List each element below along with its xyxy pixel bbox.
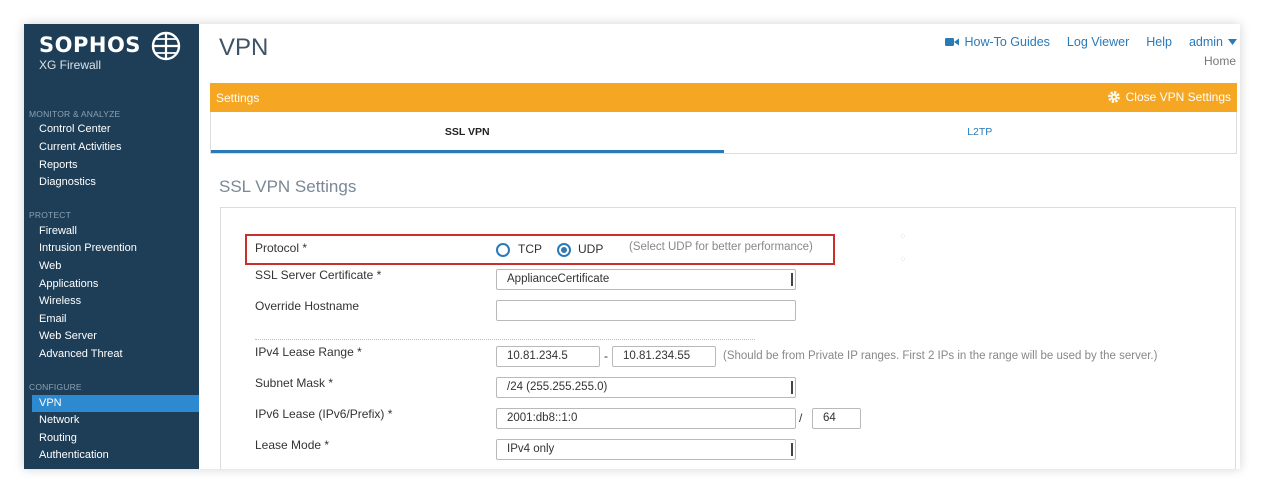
admin-menu[interactable]: admin xyxy=(1189,35,1237,49)
ipv4-lease-range-label: IPv4 Lease Range * xyxy=(255,345,362,359)
sidebar-item-current-activities[interactable]: Current Activities xyxy=(32,139,199,156)
form-divider xyxy=(255,339,755,340)
sidebar-item-reports[interactable]: Reports xyxy=(32,157,199,174)
sidebar-item-web[interactable]: Web xyxy=(32,258,199,275)
decorative-mark: ⁘ xyxy=(899,231,907,241)
tcp-label[interactable]: TCP xyxy=(518,242,542,256)
ipv4-range-end-input[interactable]: 10.81.234.55 xyxy=(612,346,716,367)
settings-label: Settings xyxy=(216,91,260,105)
section-configure: CONFIGURE xyxy=(29,382,82,392)
how-to-guides-label: How-To Guides xyxy=(964,35,1050,49)
range-separator: - xyxy=(604,349,608,363)
tab-l2tp[interactable]: L2TP xyxy=(724,112,1237,153)
breadcrumb[interactable]: Home xyxy=(1204,54,1236,68)
close-vpn-settings-label: Close VPN Settings xyxy=(1125,90,1231,104)
top-navigation: How-To Guides Log Viewer Help admin xyxy=(945,35,1237,49)
settings-bar: Settings Close VPN Settings xyxy=(210,83,1237,112)
how-to-guides-link[interactable]: How-To Guides xyxy=(945,35,1050,49)
subnet-mask-label: Subnet Mask * xyxy=(255,376,334,390)
ipv6-lease-label: IPv6 Lease (IPv6/Prefix) * xyxy=(255,407,393,421)
sidebar-item-intrusion-prevention[interactable]: Intrusion Prevention xyxy=(32,240,199,257)
section-monitor: MONITOR & ANALYZE xyxy=(29,109,121,119)
ipv4-range-hint: (Should be from Private IP ranges. First… xyxy=(723,350,1158,362)
sidebar-item-control-center[interactable]: Control Center xyxy=(32,121,199,138)
section-protect: PROTECT xyxy=(29,210,72,220)
video-camera-icon xyxy=(945,38,960,46)
product-name: XG Firewall xyxy=(39,58,102,72)
sidebar-item-vpn[interactable]: VPN xyxy=(32,395,199,412)
globe-icon xyxy=(151,31,181,61)
ipv4-range-start-input[interactable]: 10.81.234.5 xyxy=(496,346,600,367)
page-title: VPN xyxy=(219,34,269,61)
certificate-label: SSL Server Certificate * xyxy=(255,268,382,282)
sidebar-item-applications[interactable]: Applications xyxy=(32,276,199,293)
sidebar-item-wireless[interactable]: Wireless xyxy=(32,293,199,310)
sophos-logo[interactable]: SOPHOS XG Firewall xyxy=(39,33,141,72)
protocol-hint: (Select UDP for better performance) xyxy=(629,241,813,253)
prefix-separator: / xyxy=(799,411,803,425)
override-hostname-input[interactable] xyxy=(496,300,796,321)
sidebar-item-network[interactable]: Network xyxy=(32,412,199,429)
ipv6-prefix-input[interactable]: 64 xyxy=(812,408,861,429)
udp-radio[interactable] xyxy=(557,243,571,257)
vpn-tabs: SSL VPN L2TP xyxy=(210,112,1237,154)
lease-mode-select[interactable]: IPv4 only xyxy=(496,439,796,460)
tcp-radio[interactable] xyxy=(496,243,510,257)
app-window: SOPHOS XG Firewall MONITOR & ANALYZE Con… xyxy=(24,24,1240,469)
help-link[interactable]: Help xyxy=(1146,35,1172,49)
sidebar-item-web-server[interactable]: Web Server xyxy=(32,328,199,345)
protocol-label: Protocol * xyxy=(255,241,308,255)
udp-label[interactable]: UDP xyxy=(578,242,603,256)
ssl-vpn-settings-panel: ⁘ ⁘ Protocol * TCP UDP (Select UDP for b… xyxy=(220,207,1236,469)
sidebar-item-authentication[interactable]: Authentication xyxy=(32,447,199,464)
sidebar-item-firewall[interactable]: Firewall xyxy=(32,223,199,240)
sidebar-item-advanced-threat[interactable]: Advanced Threat xyxy=(32,346,199,363)
gear-icon xyxy=(1107,91,1120,103)
ipv6-lease-input[interactable]: 2001:db8::1:0 xyxy=(496,408,796,429)
admin-label: admin xyxy=(1188,35,1223,49)
sidebar-item-diagnostics[interactable]: Diagnostics xyxy=(32,174,199,191)
brand-name: SOPHOS xyxy=(39,33,141,57)
decorative-mark: ⁘ xyxy=(899,254,907,264)
tab-ssl-vpn[interactable]: SSL VPN xyxy=(211,112,724,153)
close-vpn-settings-button[interactable]: Close VPN Settings xyxy=(1107,90,1231,104)
sidebar: SOPHOS XG Firewall MONITOR & ANALYZE Con… xyxy=(24,24,199,469)
chevron-down-icon xyxy=(1228,39,1237,45)
override-hostname-label: Override Hostname xyxy=(255,299,360,313)
lease-mode-label: Lease Mode * xyxy=(255,438,330,452)
certificate-select[interactable]: ApplianceCertificate xyxy=(496,269,796,290)
sidebar-item-routing[interactable]: Routing xyxy=(32,430,199,447)
sidebar-item-email[interactable]: Email xyxy=(32,311,199,328)
subnet-mask-select[interactable]: /24 (255.255.255.0) xyxy=(496,377,796,398)
log-viewer-link[interactable]: Log Viewer xyxy=(1067,35,1129,49)
section-title: SSL VPN Settings xyxy=(219,177,357,196)
